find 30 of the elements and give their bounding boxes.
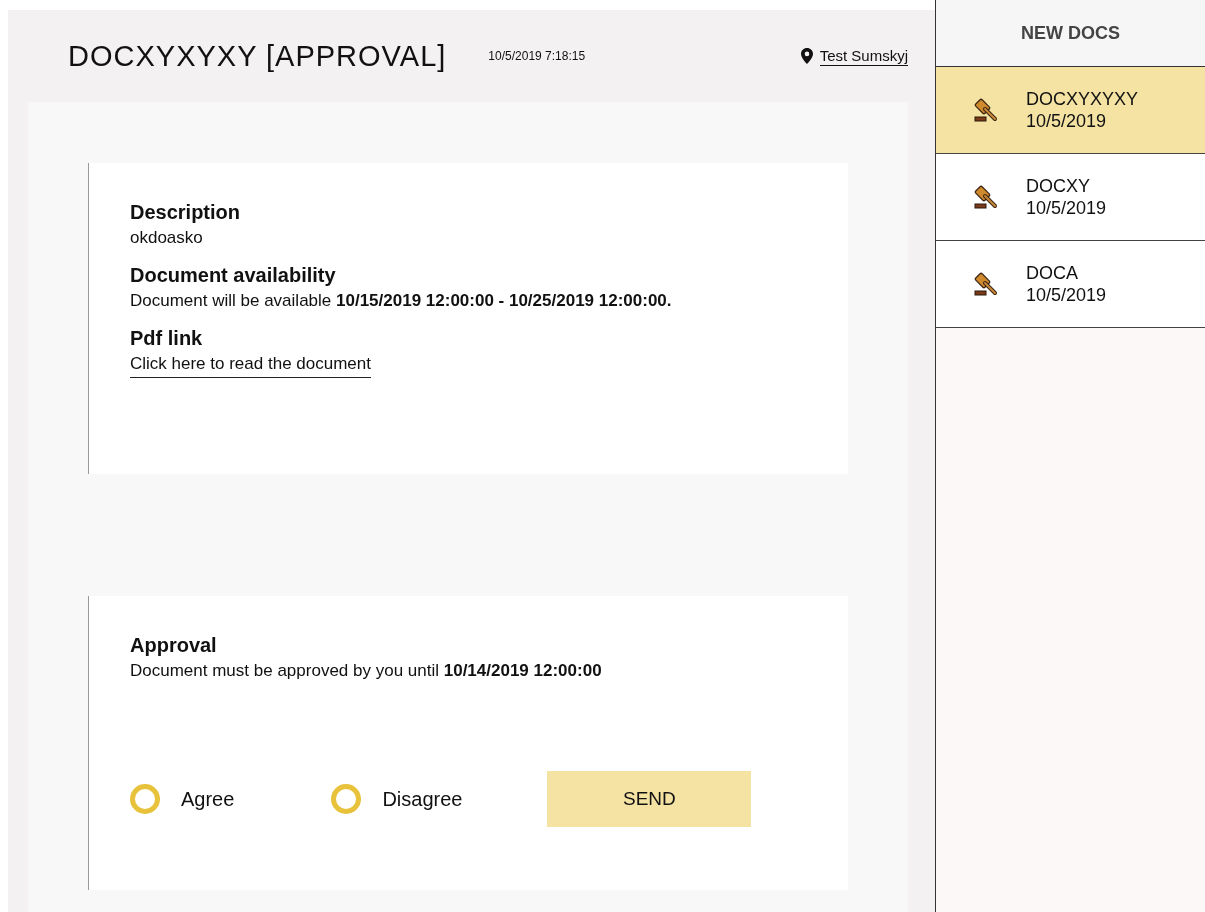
location-pin-icon (800, 48, 813, 64)
gavel-icon (974, 97, 1000, 123)
section-heading: Approval (130, 634, 218, 657)
document-date: 10/5/2019 (1026, 197, 1107, 219)
document-list-item[interactable]: DOCA 10/5/2019 (936, 241, 1205, 328)
send-button[interactable]: SEND (547, 771, 752, 827)
document-date: 10/5/2019 (1026, 284, 1107, 306)
document-name: DOCA (1026, 262, 1079, 284)
radio-label: Disagree (382, 787, 463, 811)
availability-text: Document will be available 10/15/2019 12:00:00 - 10/25/2019 12:00:00. (130, 291, 673, 311)
document-name: DOCXYXYXY (1026, 88, 1139, 110)
document-date: 10/5/2019 (1026, 110, 1108, 132)
section-heading: Document availability (130, 264, 337, 287)
gavel-icon (974, 184, 1000, 210)
pdf-link[interactable]: Click here to read the document (130, 354, 371, 378)
sidebar-title: NEW DOCS (936, 0, 1205, 67)
section-heading: Description (130, 201, 242, 224)
user-link[interactable]: Test Sumskyj (819, 46, 908, 66)
document-name: DOCXY (1026, 175, 1091, 197)
description-text: okdoasko (130, 228, 204, 248)
gavel-icon (974, 271, 1000, 297)
approval-text: Document must be approved by you until 10/14/2019 12:00:00 (130, 661, 603, 681)
timestamp: 10/5/2019 7:18:15 (488, 49, 586, 63)
document-list-item[interactable]: DOCXY 10/5/2019 (936, 154, 1205, 241)
radio-button[interactable] (130, 784, 160, 814)
radio-label: Agree (181, 787, 235, 811)
document-title: DOCXYXYXY [APPROVAL] (68, 39, 447, 73)
document-list-item[interactable]: DOCXYXYXY 10/5/2019 (936, 67, 1205, 154)
radio-button[interactable] (331, 784, 362, 814)
section-heading: Pdf link (130, 327, 204, 350)
